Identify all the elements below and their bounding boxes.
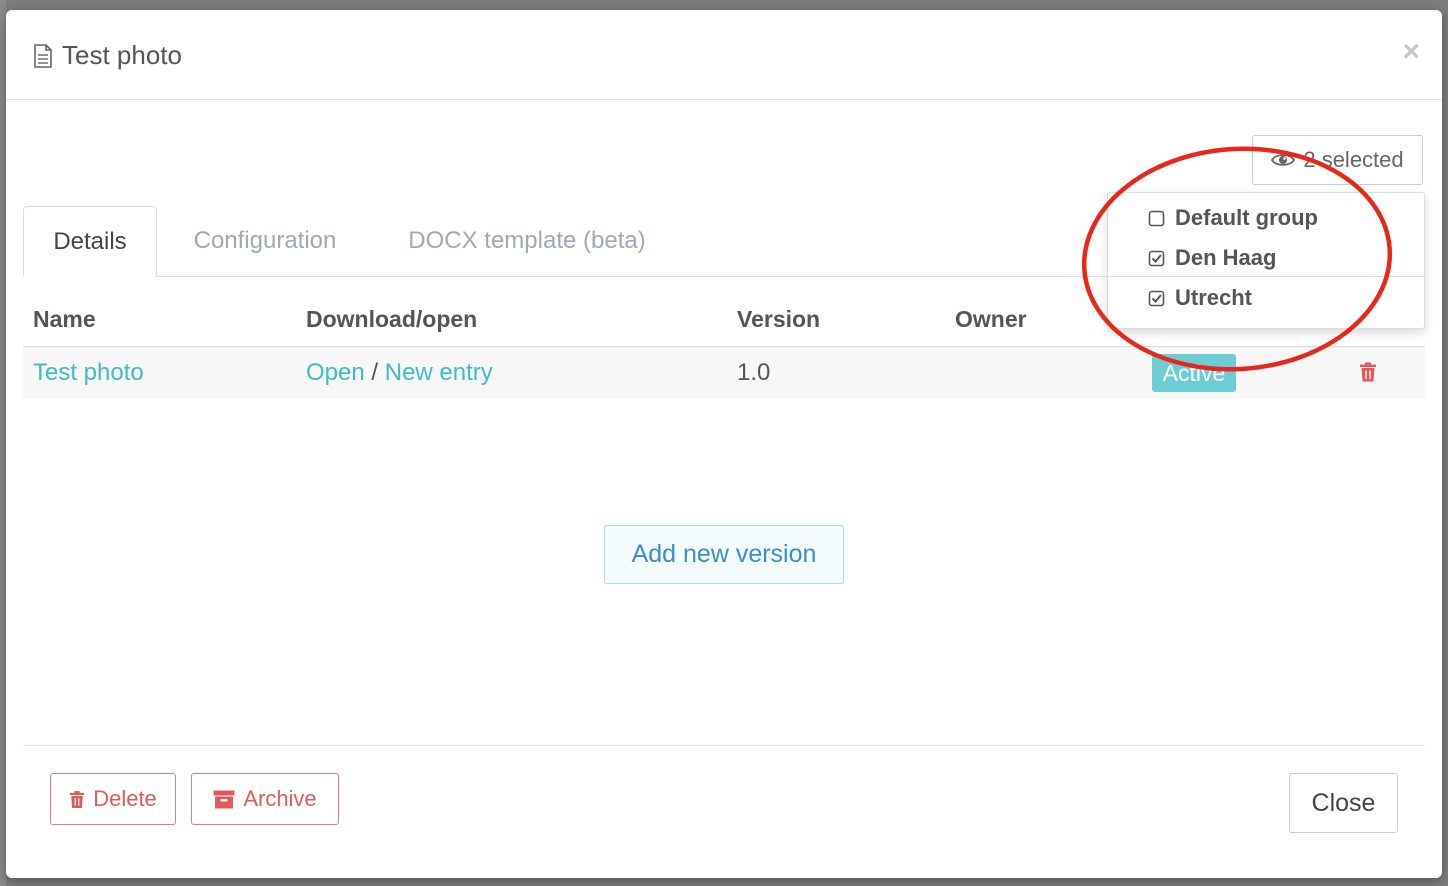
archive-icon: [213, 790, 235, 808]
footer-divider: [23, 745, 1425, 746]
trash-icon: [70, 790, 85, 808]
status-badge: Active: [1152, 354, 1236, 392]
add-new-version-button[interactable]: Add new version: [604, 525, 844, 584]
row-name-link[interactable]: Test photo: [33, 359, 144, 387]
eye-icon: [1271, 154, 1296, 166]
link-separator: /: [371, 359, 379, 386]
new-entry-link[interactable]: New entry: [385, 359, 493, 386]
delete-label: Delete: [93, 786, 157, 811]
group-visibility-button[interactable]: 2 selected: [1252, 135, 1423, 185]
open-link[interactable]: Open: [306, 359, 365, 386]
tab-docx-template[interactable]: DOCX template (beta): [393, 206, 661, 276]
tab-configuration[interactable]: Configuration: [177, 206, 353, 276]
group-selected-label: 2 selected: [1303, 147, 1404, 172]
modal-header: Test photo ×: [6, 10, 1442, 100]
tab-details[interactable]: Details: [23, 206, 157, 277]
trash-icon[interactable]: [1359, 362, 1377, 382]
table-header: Name Download/open Version Owner: [23, 294, 1425, 348]
document-modal: Test photo × 2 selected Default group De…: [6, 10, 1442, 878]
delete-button[interactable]: Delete: [50, 773, 176, 825]
archive-button[interactable]: Archive: [191, 773, 339, 825]
column-header-name: Name: [33, 306, 96, 332]
table-row: Test photo Open / New entry 1.0 Active: [23, 347, 1425, 399]
column-header-version: Version: [737, 306, 821, 332]
version-cell: 1.0: [737, 359, 771, 386]
close-icon[interactable]: ×: [1402, 36, 1420, 68]
tab-bar: Details Configuration DOCX template (bet…: [23, 206, 1425, 277]
close-button[interactable]: Close: [1289, 773, 1398, 833]
column-header-owner: Owner: [955, 306, 1027, 332]
archive-label: Archive: [243, 786, 317, 811]
document-icon: [34, 44, 52, 68]
download-cell: Open / New entry: [306, 359, 493, 387]
column-header-download: Download/open: [306, 306, 478, 332]
modal-title: Test photo: [62, 40, 182, 70]
